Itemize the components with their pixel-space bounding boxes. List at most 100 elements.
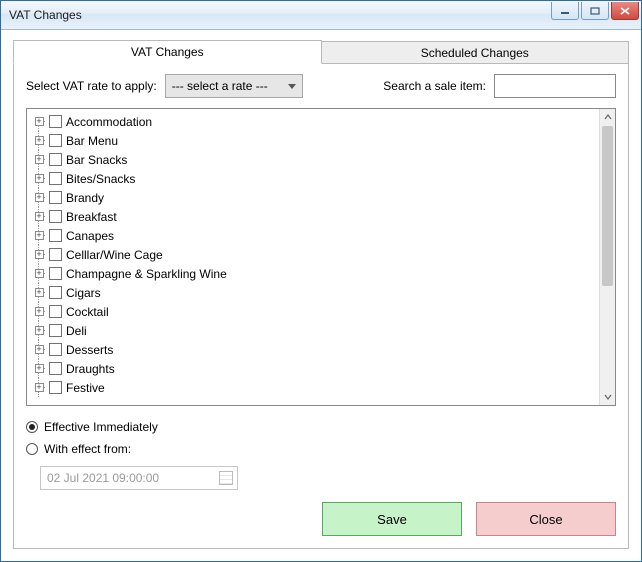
tree-item-label: Canapes (66, 229, 114, 243)
tree-item-label: Draughts (66, 362, 115, 376)
window-title: VAT Changes (9, 8, 82, 22)
tree-row[interactable]: + Bar Snacks (33, 150, 599, 169)
top-controls-row: Select VAT rate to apply: --- select a r… (26, 74, 616, 98)
expand-icon[interactable]: + (35, 212, 44, 221)
effective-datetime-picker[interactable]: 02 Jul 2021 09:00:00 (40, 466, 238, 490)
radio-from[interactable] (26, 443, 38, 455)
tree-row[interactable]: + Draughts (33, 359, 599, 378)
tree-item-label: Champagne & Sparkling Wine (66, 267, 227, 281)
tree-checkbox[interactable] (49, 324, 62, 337)
expand-icon[interactable]: + (35, 288, 44, 297)
tree-row[interactable]: + Bar Menu (33, 131, 599, 150)
expand-icon[interactable]: + (35, 269, 44, 278)
tree-item-label: Brandy (66, 191, 104, 205)
tree-item-label: Desserts (66, 343, 113, 357)
expand-icon[interactable]: + (35, 136, 44, 145)
tree-checkbox[interactable] (49, 362, 62, 375)
expand-icon[interactable]: + (35, 155, 44, 164)
chevron-up-icon (604, 113, 612, 121)
tree-checkbox[interactable] (49, 153, 62, 166)
tree-checkbox[interactable] (49, 381, 62, 394)
tree-row[interactable]: + Canapes (33, 226, 599, 245)
close-button[interactable]: Close (476, 502, 616, 536)
tree-line: + (33, 245, 45, 264)
search-label: Search a sale item: (383, 79, 486, 93)
vertical-scrollbar[interactable] (599, 109, 615, 405)
client-area: VAT Changes Scheduled Changes Select VAT… (1, 30, 641, 561)
tree-checkbox[interactable] (49, 305, 62, 318)
tree-row[interactable]: + Desserts (33, 340, 599, 359)
expand-icon[interactable]: + (35, 250, 44, 259)
tree-line: + (33, 283, 45, 302)
tree-checkbox[interactable] (49, 172, 62, 185)
tree-row[interactable]: + Champagne & Sparkling Wine (33, 264, 599, 283)
tree-container: +Accommodation+Bar Menu+Bar Snacks+Bites… (26, 108, 616, 406)
radio-immediate-label: Effective Immediately (44, 420, 158, 434)
radio-row-from[interactable]: With effect from: (26, 438, 616, 460)
tab-label: Scheduled Changes (421, 46, 529, 60)
titlebar: VAT Changes (1, 1, 641, 30)
scroll-down-button[interactable] (600, 389, 615, 405)
tab-strip: VAT Changes Scheduled Changes (13, 40, 629, 64)
tab-panel: Select VAT rate to apply: --- select a r… (13, 64, 629, 549)
close-window-button[interactable] (611, 2, 639, 20)
tree-row[interactable]: +Celllar/Wine Cage (33, 245, 599, 264)
expand-icon[interactable]: + (35, 383, 44, 392)
expand-icon[interactable]: + (35, 231, 44, 240)
search-input[interactable] (494, 74, 616, 98)
tree-item-label: Bar Snacks (66, 153, 127, 167)
tree-row[interactable]: +Accommodation (33, 112, 599, 131)
tree-row[interactable]: +Festive (33, 378, 599, 397)
minimize-button[interactable] (551, 2, 579, 20)
scroll-up-button[interactable] (600, 109, 615, 125)
tree-line: + (33, 188, 45, 207)
tree-checkbox[interactable] (49, 229, 62, 242)
expand-icon[interactable]: + (35, 174, 44, 183)
tree-row[interactable]: + Deli (33, 321, 599, 340)
save-button[interactable]: Save (322, 502, 462, 536)
scroll-thumb[interactable] (602, 126, 613, 286)
tree-checkbox[interactable] (49, 191, 62, 204)
tab-scheduled-changes[interactable]: Scheduled Changes (322, 41, 630, 64)
tree-checkbox[interactable] (49, 210, 62, 223)
tree-item-label: Bar Menu (66, 134, 118, 148)
tree-checkbox[interactable] (49, 115, 62, 128)
button-row: Save Close (26, 502, 616, 536)
tree-row[interactable]: +Cigars (33, 283, 599, 302)
expand-icon[interactable]: + (35, 326, 44, 335)
tree-line: + (33, 264, 45, 283)
tree-row[interactable]: +Bites/Snacks (33, 169, 599, 188)
expand-icon[interactable]: + (35, 307, 44, 316)
save-button-label: Save (377, 512, 407, 527)
rate-select[interactable]: --- select a rate --- (165, 74, 303, 98)
tree-line: + (33, 131, 45, 150)
rate-selected-value: --- select a rate --- (172, 79, 268, 93)
tree-line: + (33, 150, 45, 169)
category-tree[interactable]: +Accommodation+Bar Menu+Bar Snacks+Bites… (27, 109, 599, 405)
expand-icon[interactable]: + (35, 117, 44, 126)
tree-row[interactable]: + Cocktail (33, 302, 599, 321)
minimize-icon (560, 7, 570, 15)
tree-checkbox[interactable] (49, 267, 62, 280)
radio-from-label: With effect from: (44, 442, 131, 456)
tree-checkbox[interactable] (49, 134, 62, 147)
close-icon (620, 7, 630, 15)
tab-vat-changes[interactable]: VAT Changes (13, 40, 322, 64)
tree-checkbox[interactable] (49, 286, 62, 299)
window: VAT Changes VAT Changes Scheduled Change… (0, 0, 642, 562)
tree-checkbox[interactable] (49, 248, 62, 261)
tree-line: + (33, 112, 45, 131)
tree-line: + (33, 207, 45, 226)
tree-item-label: Cocktail (66, 305, 109, 319)
tree-checkbox[interactable] (49, 343, 62, 356)
tree-row[interactable]: +Breakfast (33, 207, 599, 226)
tree-line: + (33, 359, 45, 378)
tree-row[interactable]: + Brandy (33, 188, 599, 207)
radio-row-immediate[interactable]: Effective Immediately (26, 416, 616, 438)
expand-icon[interactable]: + (35, 193, 44, 202)
expand-icon[interactable]: + (35, 345, 44, 354)
maximize-button[interactable] (581, 2, 609, 20)
tree-item-label: Deli (66, 324, 87, 338)
radio-immediate[interactable] (26, 421, 38, 433)
expand-icon[interactable]: + (35, 364, 44, 373)
